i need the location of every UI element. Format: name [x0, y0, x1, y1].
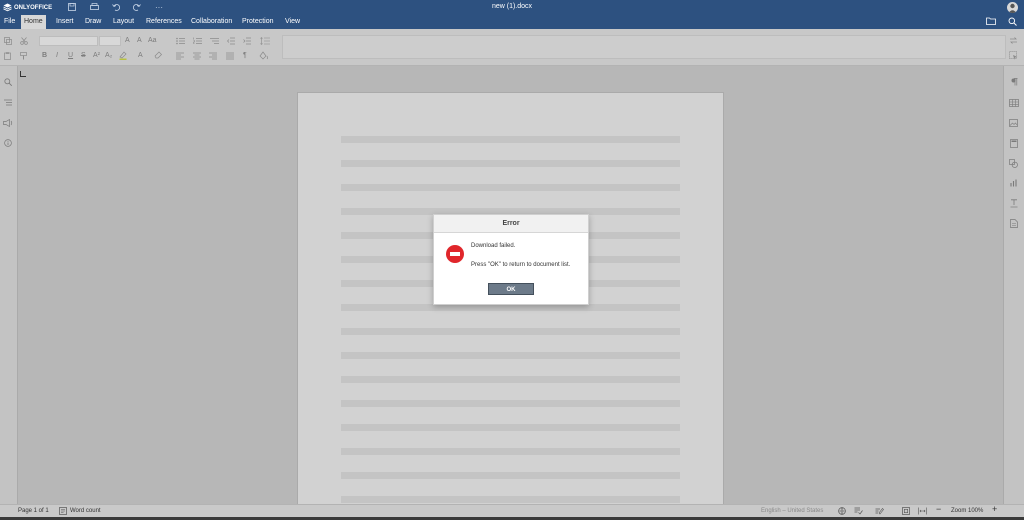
- text-line-placeholder: [341, 352, 680, 359]
- shape-settings-icon[interactable]: [1009, 159, 1018, 170]
- select-all-icon[interactable]: [1009, 51, 1018, 63]
- superscript-button[interactable]: A²: [93, 52, 100, 60]
- tab-insert[interactable]: Insert: [53, 15, 77, 29]
- decrease-font-button[interactable]: A: [137, 37, 142, 45]
- zoom-in-button[interactable]: +: [992, 505, 997, 514]
- change-case-button[interactable]: Aa: [148, 37, 157, 45]
- tab-draw[interactable]: Draw: [82, 15, 104, 29]
- status-bar: Page 1 of 1 Word count English – United …: [0, 504, 1024, 518]
- strikethrough-button[interactable]: S: [81, 52, 86, 60]
- bold-button[interactable]: B: [42, 52, 47, 60]
- bullet-list-icon[interactable]: [176, 37, 185, 48]
- dialog-title: Error: [434, 215, 588, 233]
- decrease-indent-icon[interactable]: [227, 37, 235, 48]
- ok-button[interactable]: OK: [488, 283, 534, 295]
- copy-icon[interactable]: [4, 37, 12, 48]
- text-art-icon[interactable]: [1010, 199, 1018, 210]
- replace-icon[interactable]: [1009, 36, 1018, 48]
- document-title: new (1).docx: [491, 3, 533, 10]
- user-avatar[interactable]: [1007, 2, 1018, 13]
- right-side-panel: [1003, 66, 1024, 504]
- text-line-placeholder: [341, 184, 680, 191]
- page-info[interactable]: Page 1 of 1: [18, 508, 49, 515]
- align-right-icon[interactable]: [209, 52, 217, 63]
- increase-font-button[interactable]: A: [125, 37, 130, 45]
- header-footer-icon[interactable]: [1010, 139, 1018, 150]
- text-line-placeholder: [341, 136, 680, 143]
- image-settings-icon[interactable]: [1009, 119, 1018, 129]
- shading-icon[interactable]: [259, 51, 269, 63]
- styles-gallery[interactable]: [282, 35, 1006, 59]
- multilevel-list-icon[interactable]: [209, 37, 219, 48]
- numbered-list-icon[interactable]: [193, 37, 202, 48]
- text-line-placeholder: [341, 400, 680, 407]
- about-icon[interactable]: [4, 139, 12, 149]
- zoom-level[interactable]: Zoom 100%: [951, 508, 983, 515]
- paste-icon[interactable]: [4, 52, 12, 63]
- text-line-placeholder: [341, 160, 680, 167]
- tab-protection[interactable]: Protection: [239, 15, 277, 29]
- font-size-select[interactable]: [99, 36, 121, 46]
- align-left-icon[interactable]: [176, 52, 184, 63]
- language-select[interactable]: English – United States: [761, 508, 823, 515]
- highlight-icon[interactable]: [119, 51, 127, 63]
- menu-tab-bar: File Home Insert Draw Layout References …: [0, 15, 1024, 29]
- paragraph-marks-button[interactable]: ¶: [243, 52, 247, 60]
- tab-references[interactable]: References: [143, 15, 185, 29]
- subscript-button[interactable]: A₂: [105, 52, 112, 60]
- error-icon: [446, 245, 464, 263]
- align-center-icon[interactable]: [193, 52, 201, 63]
- tab-file[interactable]: File: [1, 15, 18, 29]
- underline-button[interactable]: U: [68, 52, 73, 60]
- word-count-button[interactable]: Word count: [70, 508, 101, 515]
- feedback-icon[interactable]: [3, 118, 13, 129]
- tab-collaboration[interactable]: Collaboration: [188, 15, 235, 29]
- cut-icon[interactable]: [20, 37, 28, 48]
- navigation-icon[interactable]: [4, 99, 12, 108]
- font-name-select[interactable]: [39, 36, 98, 46]
- chart-settings-icon[interactable]: [1010, 179, 1018, 189]
- justify-icon[interactable]: [226, 52, 234, 63]
- increase-indent-icon[interactable]: [243, 37, 251, 48]
- dialog-message: Download failed.: [471, 243, 516, 249]
- text-line-placeholder: [341, 496, 680, 503]
- text-line-placeholder: [341, 376, 680, 383]
- text-line-placeholder: [341, 472, 680, 479]
- text-line-placeholder: [341, 448, 680, 455]
- tab-home[interactable]: Home: [21, 15, 46, 29]
- error-dialog: Error Download failed. Press "OK" to ret…: [433, 214, 589, 305]
- left-side-panel: [0, 66, 18, 504]
- tab-view[interactable]: View: [282, 15, 303, 29]
- paragraph-settings-icon[interactable]: [1011, 78, 1018, 88]
- table-settings-icon[interactable]: [1009, 99, 1019, 109]
- line-spacing-icon[interactable]: [260, 37, 270, 48]
- text-line-placeholder: [341, 424, 680, 431]
- format-painter-icon[interactable]: [20, 52, 28, 63]
- home-toolbar: A A Aa B I U S A² A₂ A ¶: [0, 29, 1024, 66]
- eraser-icon[interactable]: [154, 51, 162, 62]
- zoom-out-button[interactable]: −: [936, 505, 941, 514]
- mail-merge-icon[interactable]: [1010, 219, 1018, 230]
- italic-button[interactable]: I: [56, 52, 58, 60]
- tab-stop-selector[interactable]: [20, 71, 26, 77]
- text-line-placeholder: [341, 304, 680, 311]
- dialog-detail: Press "OK" to return to document list.: [471, 262, 571, 268]
- font-color-button[interactable]: A: [138, 52, 143, 60]
- title-bar: ONLYOFFICE ··· new (1).docx: [0, 0, 1024, 15]
- tab-layout[interactable]: Layout: [110, 15, 137, 29]
- find-icon[interactable]: [4, 78, 13, 88]
- text-line-placeholder: [341, 328, 680, 335]
